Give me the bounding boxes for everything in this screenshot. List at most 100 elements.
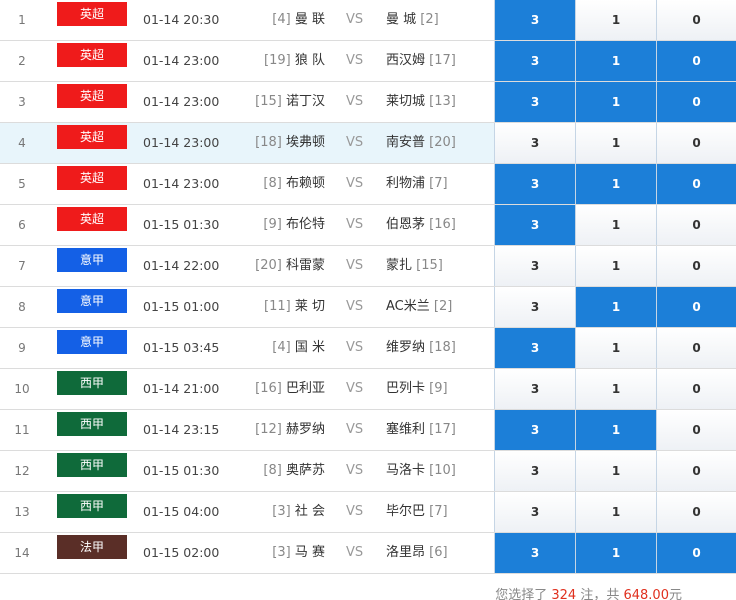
away-rank: [16] xyxy=(429,217,456,232)
odds-draw-button[interactable]: 1 xyxy=(575,246,656,286)
odds-loss-button[interactable]: 0 xyxy=(656,328,736,368)
home-team: [3] 社 会 xyxy=(200,492,325,532)
odds-win-button[interactable]: 3 xyxy=(494,533,575,573)
odds-loss-button[interactable]: 0 xyxy=(656,123,736,163)
home-team: [4] 曼 联 xyxy=(200,0,325,40)
odds-draw-button[interactable]: 1 xyxy=(575,41,656,81)
odds-loss-button[interactable]: 0 xyxy=(656,451,736,491)
odds-loss-button[interactable]: 0 xyxy=(656,287,736,327)
home-team: [3] 马 赛 xyxy=(200,533,325,573)
odds-loss-button[interactable]: 0 xyxy=(656,246,736,286)
odds-draw-button[interactable]: 1 xyxy=(575,205,656,245)
odds-loss-button[interactable]: 0 xyxy=(656,41,736,81)
odds-draw-button[interactable]: 1 xyxy=(575,328,656,368)
home-team-name: 国 米 xyxy=(294,340,325,355)
home-rank: [3] xyxy=(272,545,291,560)
match-row: 5 英超 01-14 23:00 [8] 布赖顿 VS 利物浦 [7] 3 1 0 xyxy=(0,164,736,205)
odds-loss-button[interactable]: 0 xyxy=(656,410,736,450)
away-team-name: 伯恩茅 xyxy=(386,217,426,232)
row-index: 1 xyxy=(18,13,26,27)
home-rank: [16] xyxy=(255,381,282,396)
league-badge: 意甲 xyxy=(57,248,127,272)
odds-win-button[interactable]: 3 xyxy=(494,287,575,327)
vs-label: VS xyxy=(346,381,364,396)
vs-label: VS xyxy=(346,12,364,27)
odds-win-button[interactable]: 3 xyxy=(494,369,575,409)
odds-win-button[interactable]: 3 xyxy=(494,41,575,81)
odds-win-button[interactable]: 3 xyxy=(494,492,575,532)
odds-win-button[interactable]: 3 xyxy=(494,205,575,245)
home-rank: [19] xyxy=(264,53,291,68)
odds-win-button[interactable]: 3 xyxy=(494,246,575,286)
away-team: 维罗纳 [18] xyxy=(386,328,456,368)
odds-win-button[interactable]: 3 xyxy=(494,123,575,163)
home-team: [12] 赫罗纳 xyxy=(200,410,325,450)
home-rank: [18] xyxy=(255,135,282,150)
odds-win-button[interactable]: 3 xyxy=(494,164,575,204)
home-rank: [8] xyxy=(263,463,282,478)
away-rank: [2] xyxy=(420,12,439,27)
match-table: 1 英超 01-14 20:30 [4] 曼 联 VS 曼 城 [2] 3 1 0 2 英超 01-1… xyxy=(0,0,736,574)
away-rank: [7] xyxy=(429,504,448,519)
match-row: 14 法甲 01-15 02:00 [3] 马 赛 VS 洛里昂 [6] 3 1 0 xyxy=(0,533,736,574)
bet-summary: 您选择了 324 注，共 648.00元 xyxy=(495,584,682,600)
odds-win-button[interactable]: 3 xyxy=(494,82,575,122)
odds-draw-button[interactable]: 1 xyxy=(575,287,656,327)
away-rank: [7] xyxy=(429,176,448,191)
odds-draw-button[interactable]: 1 xyxy=(575,369,656,409)
odds-loss-button[interactable]: 0 xyxy=(656,82,736,122)
away-team-name: 蒙扎 xyxy=(386,258,413,273)
away-team: 曼 城 [2] xyxy=(386,0,439,40)
away-team: 伯恩茅 [16] xyxy=(386,205,456,245)
away-team-name: 巴列卡 xyxy=(386,381,426,396)
row-index: 10 xyxy=(14,382,30,396)
home-team-name: 奥萨苏 xyxy=(285,463,325,478)
away-rank: [15] xyxy=(416,258,443,273)
vs-label: VS xyxy=(346,504,364,519)
odds-loss-button[interactable]: 0 xyxy=(656,0,736,40)
vs-label: VS xyxy=(346,545,364,560)
odds-draw-button[interactable]: 1 xyxy=(575,123,656,163)
bet-amount: 648.00 xyxy=(623,588,669,600)
away-team-name: 莱切城 xyxy=(386,94,426,109)
match-row: 11 西甲 01-14 23:15 [12] 赫罗纳 VS 塞维利 [17] 3 1 0 xyxy=(0,410,736,451)
odds-draw-button[interactable]: 1 xyxy=(575,0,656,40)
odds-loss-button[interactable]: 0 xyxy=(656,533,736,573)
league-badge: 西甲 xyxy=(57,412,127,436)
vs-label: VS xyxy=(346,340,364,355)
row-index: 4 xyxy=(18,136,26,150)
odds-win-button[interactable]: 3 xyxy=(494,0,575,40)
home-team-name: 布赖顿 xyxy=(285,176,325,191)
odds-draw-button[interactable]: 1 xyxy=(575,164,656,204)
vs-label: VS xyxy=(346,135,364,150)
home-rank: [20] xyxy=(255,258,282,273)
league-badge: 英超 xyxy=(57,84,127,108)
odds-loss-button[interactable]: 0 xyxy=(656,164,736,204)
away-rank: [6] xyxy=(429,545,448,560)
match-row: 7 意甲 01-14 22:00 [20] 科雷蒙 VS 蒙扎 [15] 3 1 0 xyxy=(0,246,736,287)
odds-draw-button[interactable]: 1 xyxy=(575,533,656,573)
away-team: 洛里昂 [6] xyxy=(386,533,448,573)
summary-prefix: 您选择了 xyxy=(495,588,548,600)
match-row: 8 意甲 01-15 01:00 [11] 莱 切 VS AC米兰 [2] 3 1 0 xyxy=(0,287,736,328)
match-row: 9 意甲 01-15 03:45 [4] 国 米 VS 维罗纳 [18] 3 1 0 xyxy=(0,328,736,369)
league-badge: 意甲 xyxy=(57,289,127,313)
odds-draw-button[interactable]: 1 xyxy=(575,410,656,450)
row-index: 5 xyxy=(18,177,26,191)
odds-win-button[interactable]: 3 xyxy=(494,328,575,368)
away-rank: [17] xyxy=(429,53,456,68)
odds-draw-button[interactable]: 1 xyxy=(575,451,656,491)
odds-win-button[interactable]: 3 xyxy=(494,410,575,450)
odds-draw-button[interactable]: 1 xyxy=(575,492,656,532)
odds-win-button[interactable]: 3 xyxy=(494,451,575,491)
league-badge: 意甲 xyxy=(57,330,127,354)
odds-loss-button[interactable]: 0 xyxy=(656,369,736,409)
home-team: [4] 国 米 xyxy=(200,328,325,368)
odds-loss-button[interactable]: 0 xyxy=(656,492,736,532)
odds-loss-button[interactable]: 0 xyxy=(656,205,736,245)
away-team-name: 洛里昂 xyxy=(386,545,426,560)
odds-draw-button[interactable]: 1 xyxy=(575,82,656,122)
home-team: [18] 埃弗顿 xyxy=(200,123,325,163)
home-team: [9] 布伦特 xyxy=(200,205,325,245)
home-team-name: 社 会 xyxy=(294,504,325,519)
